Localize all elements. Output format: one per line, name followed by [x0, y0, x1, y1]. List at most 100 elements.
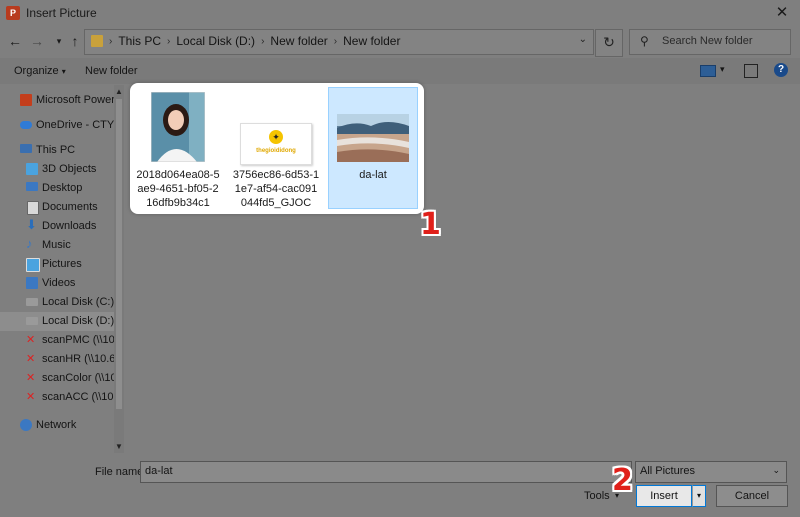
step-marker-1: 1 [420, 207, 441, 242]
scrollbar-thumb[interactable] [116, 99, 122, 409]
sidebar-item-music[interactable]: ♪ Music [0, 236, 118, 255]
file-item[interactable]: ✦ thegioididong 3756ec86-6d53-1 1e7-af54… [232, 89, 320, 209]
sidebar-item-label: This PC [36, 144, 76, 156]
video-icon [26, 277, 38, 289]
music-icon: ♪ [26, 236, 33, 251]
sidebar-item-pictures[interactable]: Pictures [0, 255, 118, 274]
address-dropdown-icon[interactable]: ⌄ [579, 34, 587, 45]
breadcrumb-new-folder[interactable]: New folder [270, 34, 327, 48]
search-box[interactable]: ⚲ Search New folder [629, 29, 791, 55]
sidebar-scrollbar[interactable]: ▲ ▼ [114, 85, 124, 453]
logo-image-thumbnail: ✦ thegioididong [240, 123, 312, 165]
breadcrumb: › This PC › Local Disk (D:) › New folder… [109, 34, 400, 48]
search-icon: ⚲ [640, 34, 649, 48]
cancel-button[interactable]: Cancel [716, 485, 788, 507]
command-bar: Organize ▾ New folder ▾ ? [0, 58, 800, 84]
file-item-selected[interactable]: da-lat [328, 87, 418, 209]
sidebar-item-scanhr[interactable]: ✕ scanHR (\\10.68. [0, 350, 118, 369]
sidebar-item-onedrive[interactable]: OneDrive - CTY CP [0, 116, 118, 135]
cloud-icon [20, 121, 32, 129]
sidebar-item-label: Documents [42, 201, 98, 213]
sidebar-item-label: Local Disk (C:) [42, 296, 115, 308]
sidebar-item-documents[interactable]: Documents [0, 198, 118, 217]
sidebar-item-desktop[interactable]: Desktop [0, 179, 118, 198]
file-name-line: ae9-4651-bf05-2 [137, 183, 219, 195]
file-type-select[interactable]: All Pictures ⌄ [635, 461, 787, 483]
address-bar[interactable]: › This PC › Local Disk (D:) › New folder… [84, 29, 594, 55]
folder-icon [91, 35, 103, 47]
file-grid-highlight: 2018d064ea08-5 ae9-4651-bf05-2 16dfb9b34… [130, 83, 424, 214]
forward-arrow-icon[interactable]: → [28, 32, 46, 50]
breadcrumb-local-disk-d[interactable]: Local Disk (D:) [176, 34, 255, 48]
chevron-down-icon: ⌄ [772, 465, 780, 475]
document-icon [27, 201, 39, 215]
breadcrumb-new-folder-current[interactable]: New folder [343, 34, 400, 48]
file-name-label: File name: [95, 466, 147, 478]
sidebar-item-scancolor[interactable]: ✕ scanColor (\\10.6 [0, 369, 118, 388]
sidebar-item-this-pc[interactable]: This PC [0, 141, 118, 160]
sidebar-item-label: Downloads [42, 220, 97, 232]
view-options-caret-icon[interactable]: ▾ [720, 64, 725, 75]
sidebar-item-network[interactable]: Network [0, 416, 118, 435]
scroll-up-icon[interactable]: ▲ [115, 87, 123, 96]
sidebar-item-label: 3D Objects [42, 163, 97, 175]
help-icon[interactable]: ? [774, 63, 788, 77]
file-name-field[interactable] [140, 461, 632, 483]
breadcrumb-this-pc[interactable]: This PC [118, 34, 161, 48]
drive-icon [26, 317, 38, 325]
title-bar: P Insert Picture ✕ [0, 0, 800, 26]
sidebar-item-label: scanHR (\\10.68. [42, 353, 118, 365]
network-icon [20, 419, 32, 431]
chevron-right-icon[interactable]: › [261, 36, 264, 47]
network-drive-error-icon: ✕ [26, 391, 36, 403]
network-drive-error-icon: ✕ [26, 353, 36, 365]
cube-icon [26, 163, 38, 175]
sidebar-item-local-disk-c[interactable]: Local Disk (C:) [0, 293, 118, 312]
navigation-bar: ← → ▾ ↑ › This PC › Local Disk (D:) › Ne… [0, 26, 800, 57]
sidebar-item-label: scanACC (\\10.68 [42, 391, 118, 403]
back-arrow-icon[interactable]: ← [6, 32, 24, 50]
scroll-down-icon[interactable]: ▼ [115, 442, 123, 451]
organize-button[interactable]: Organize ▾ [14, 65, 66, 77]
chevron-right-icon[interactable]: › [167, 36, 170, 47]
file-item[interactable]: 2018d064ea08-5 ae9-4651-bf05-2 16dfb9b34… [134, 89, 222, 209]
sidebar-item-scanacc[interactable]: ✕ scanACC (\\10.68 [0, 388, 118, 407]
dialog-footer: File name: All Pictures ⌄ Tools ▾ Insert… [0, 453, 800, 517]
refresh-icon[interactable]: ↻ [595, 29, 623, 57]
sidebar-item-label: OneDrive - CTY CP [36, 119, 118, 131]
running-man-icon: ✦ [269, 130, 283, 144]
sidebar-item-label: Local Disk (D:) [42, 315, 115, 327]
sidebar-item-local-disk-d[interactable]: Local Disk (D:) [0, 312, 118, 331]
sidebar-item-microsoft-powerpoint[interactable]: Microsoft PowerPo [0, 91, 118, 110]
insert-button[interactable]: Insert [636, 485, 692, 507]
powerpoint-icon: P [6, 6, 20, 20]
sidebar-item-label: Desktop [42, 182, 83, 194]
file-name-line: 16dfb9b34c1 [146, 197, 210, 209]
chevron-right-icon[interactable]: › [334, 36, 337, 47]
drive-icon [26, 298, 38, 306]
preview-pane-icon[interactable] [744, 64, 758, 78]
download-icon: ⬇ [26, 217, 37, 232]
sidebar-item-label: Videos [42, 277, 76, 289]
close-icon[interactable]: ✕ [772, 3, 792, 23]
computer-icon [20, 144, 32, 153]
sidebar-item-scanpmc[interactable]: ✕ scanPMC (\\10.6 [0, 331, 118, 350]
change-view-icon[interactable] [700, 65, 716, 77]
file-name-input[interactable] [141, 462, 619, 480]
sidebar-item-videos[interactable]: Videos [0, 274, 118, 293]
new-folder-button[interactable]: New folder [85, 65, 138, 77]
pictures-icon [26, 258, 40, 272]
file-type-value: All Pictures [640, 465, 696, 477]
sidebar-item-downloads[interactable]: ⬇ Downloads [0, 217, 118, 236]
navigation-pane: Microsoft PowerPo OneDrive - CTY CP This… [0, 85, 124, 453]
file-name-line: 044fd5_GJOC [240, 197, 312, 209]
insert-options-caret-icon[interactable]: ▾ [692, 485, 706, 507]
network-drive-error-icon: ✕ [26, 372, 36, 384]
landscape-photo-thumbnail [337, 114, 409, 162]
sidebar-item-3d-objects[interactable]: 3D Objects [0, 160, 118, 179]
search-placeholder: Search New folder [662, 35, 753, 47]
tools-button[interactable]: Tools [584, 490, 610, 502]
chevron-right-icon: › [109, 35, 113, 47]
up-arrow-icon[interactable]: ↑ [66, 32, 84, 50]
step-marker-2: 2 [612, 463, 633, 498]
